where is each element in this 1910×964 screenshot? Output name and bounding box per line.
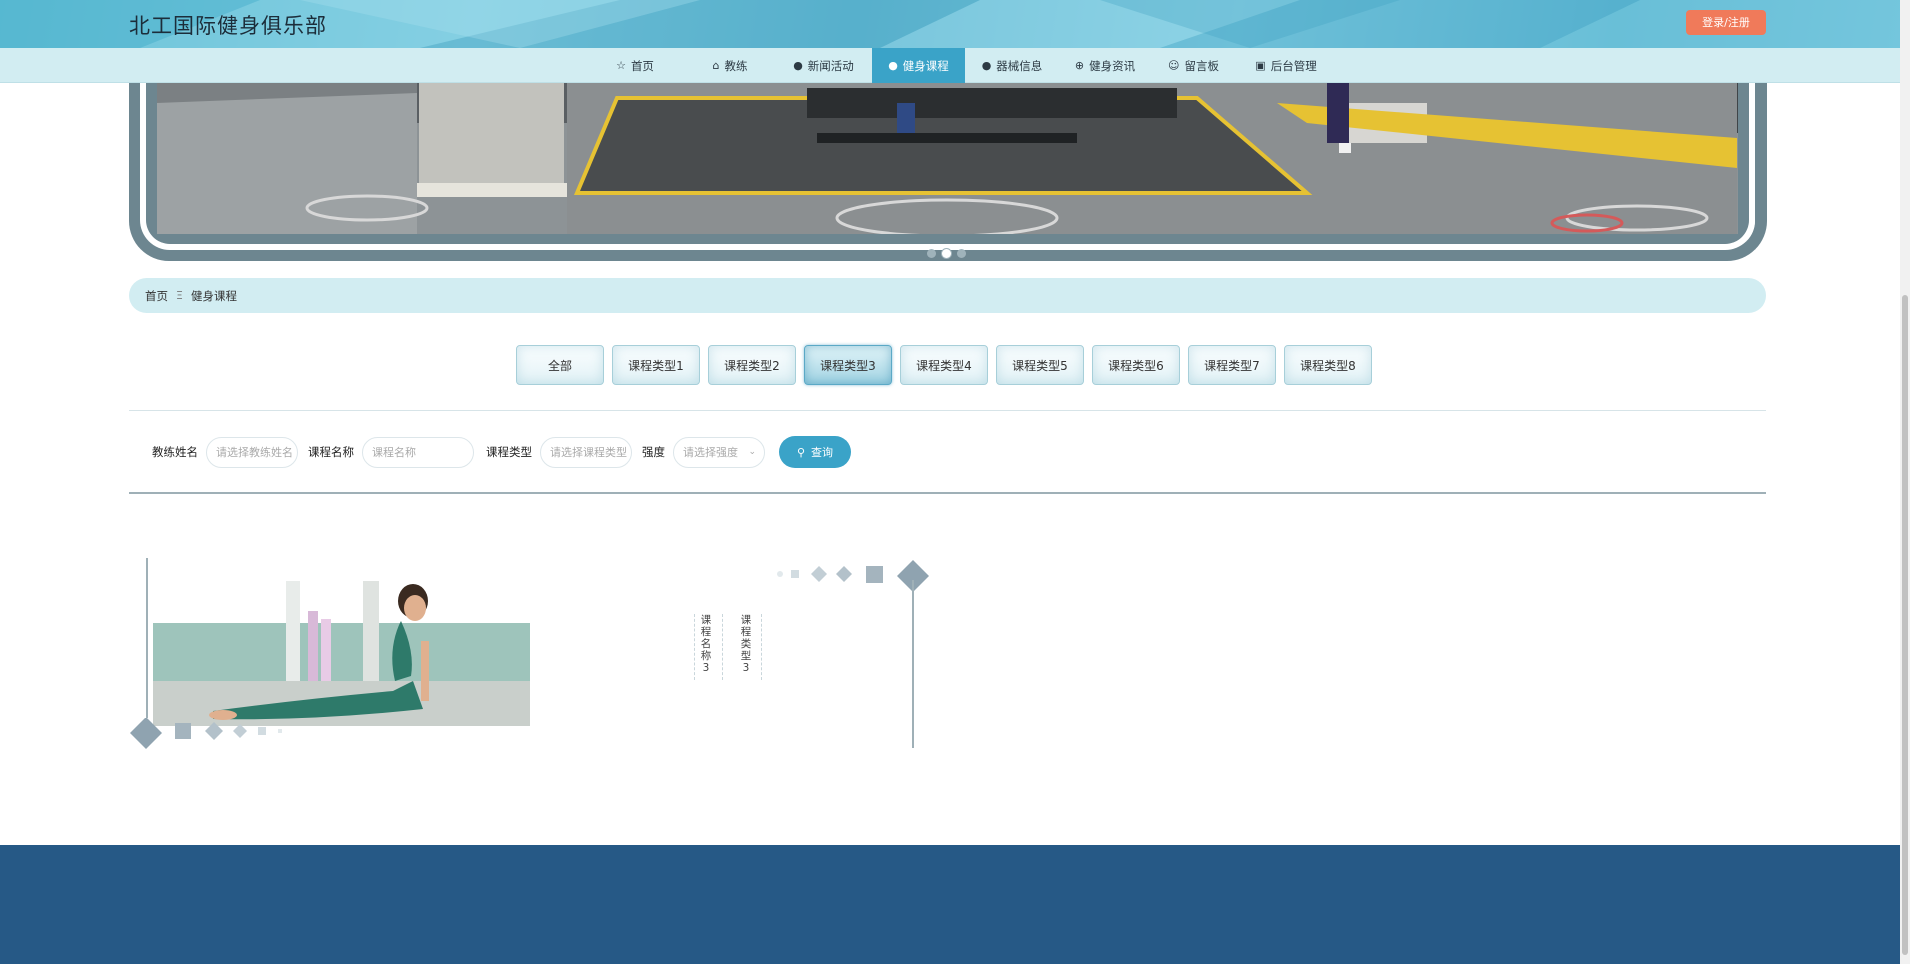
category-tab-all[interactable]: 全部 (516, 345, 604, 385)
breadcrumb: 首页 Ξ 健身课程 (129, 278, 1766, 313)
home-icon: ⌂ (712, 59, 720, 72)
card-decoration-diamonds (130, 718, 282, 749)
scrollbar-thumb[interactable] (1902, 295, 1908, 955)
nav-item-label: 健身课程 (902, 58, 949, 73)
info-icon: ● (793, 59, 803, 72)
card-decoration-line (912, 580, 914, 748)
course-type-input[interactable]: 请选择课程类型 (540, 436, 632, 468)
divider (129, 410, 1766, 411)
course-name-label: 课程名称 (308, 445, 354, 459)
breadcrumb-current: 健身课程 (190, 288, 237, 303)
info-icon: ● (981, 59, 992, 72)
site-title: 北工国际健身俱乐部 (129, 14, 327, 38)
search-button[interactable]: ⚲ 查询 (779, 436, 851, 468)
nav-item-label: 首页 (630, 58, 654, 73)
card-column-separator (761, 614, 762, 680)
chevron-down-icon: ⌄ (748, 447, 756, 457)
card-column-separator (722, 614, 723, 680)
course-type-label: 课程类型 (486, 445, 532, 459)
card-decoration-line (146, 558, 148, 718)
course-type: 课程类型3 (740, 614, 752, 674)
category-tab-active[interactable]: 课程类型3 (804, 345, 892, 385)
banner-image[interactable] (157, 83, 1738, 234)
nav-item-home[interactable]: ☆ 首页 (585, 48, 685, 83)
coach-name-label: 教练姓名 (152, 445, 198, 459)
nav-item-label: 新闻活动 (807, 58, 854, 73)
search-form: 教练姓名 请选择教练姓名 课程名称 课程名称 课程类型 请选择课程类型 强度 请… (152, 436, 851, 468)
carousel-indicators (927, 249, 966, 258)
category-tab[interactable]: 课程类型6 (1092, 345, 1180, 385)
nav-item-label: 教练 (724, 58, 748, 73)
course-name-input[interactable]: 课程名称 (362, 436, 474, 468)
nav-item-equipment[interactable]: ● 器械信息 (965, 48, 1059, 83)
question-icon: ● (888, 59, 898, 72)
nav-item-label: 留言板 (1184, 58, 1219, 73)
category-tabs: 全部 课程类型1 课程类型2 课程类型3 课程类型4 课程类型5 课程类型6 课… (516, 345, 1372, 385)
page-footer (0, 845, 1900, 964)
nav-item-courses[interactable]: ● 健身课程 (872, 48, 965, 83)
search-icon: ⚲ (796, 445, 806, 459)
intensity-label: 强度 (642, 445, 665, 459)
briefcase-icon: ▣ (1255, 59, 1266, 72)
course-image[interactable] (153, 581, 530, 726)
card-decoration-diamonds (777, 560, 929, 592)
search-button-label: 查询 (811, 446, 834, 459)
nav-item-fitness-info[interactable]: ⊕ 健身资讯 (1059, 48, 1151, 83)
main-navigation: ☆ 首页 ⌂ 教练 ● 新闻活动 ● 健身课程 ● 器械信息 ⊕ 健身资讯 ☺ … (0, 48, 1900, 83)
category-tab[interactable]: 课程类型4 (900, 345, 988, 385)
category-tab[interactable]: 课程类型7 (1188, 345, 1276, 385)
category-tab[interactable]: 课程类型1 (612, 345, 700, 385)
star-icon: ☆ (616, 59, 626, 72)
nav-item-news[interactable]: ● 新闻活动 (775, 48, 872, 83)
nav-item-label: 后台管理 (1270, 58, 1317, 73)
card-column-separator (694, 614, 695, 680)
top-header: 北工国际健身俱乐部 登录/注册 (0, 0, 1900, 48)
login-register-button[interactable]: 登录/注册 (1686, 10, 1766, 35)
carousel-dot[interactable] (957, 249, 966, 258)
category-tab[interactable]: 课程类型5 (996, 345, 1084, 385)
breadcrumb-separator: Ξ (176, 289, 183, 302)
intensity-select[interactable]: 请选择强度 ⌄ (673, 436, 765, 468)
intensity-select-value: 请选择强度 (683, 446, 738, 459)
category-tab[interactable]: 课程类型2 (708, 345, 796, 385)
globe-icon: ⊕ (1074, 59, 1085, 72)
coach-name-input[interactable]: 请选择教练姓名 (206, 436, 298, 468)
smile-icon: ☺ (1168, 59, 1180, 72)
nav-item-label: 健身资讯 (1089, 58, 1136, 73)
carousel-dot-active[interactable] (942, 249, 951, 258)
nav-item-admin[interactable]: ▣ 后台管理 (1236, 48, 1336, 83)
course-name[interactable]: 课程名称3 (699, 614, 713, 674)
nav-item-coach[interactable]: ⌂ 教练 (685, 48, 775, 83)
nav-item-label: 器械信息 (996, 58, 1043, 73)
category-tab[interactable]: 课程类型8 (1284, 345, 1372, 385)
carousel-dot[interactable] (927, 249, 936, 258)
divider (129, 492, 1766, 494)
breadcrumb-home[interactable]: 首页 (145, 288, 168, 304)
nav-item-message-board[interactable]: ☺ 留言板 (1151, 48, 1236, 83)
